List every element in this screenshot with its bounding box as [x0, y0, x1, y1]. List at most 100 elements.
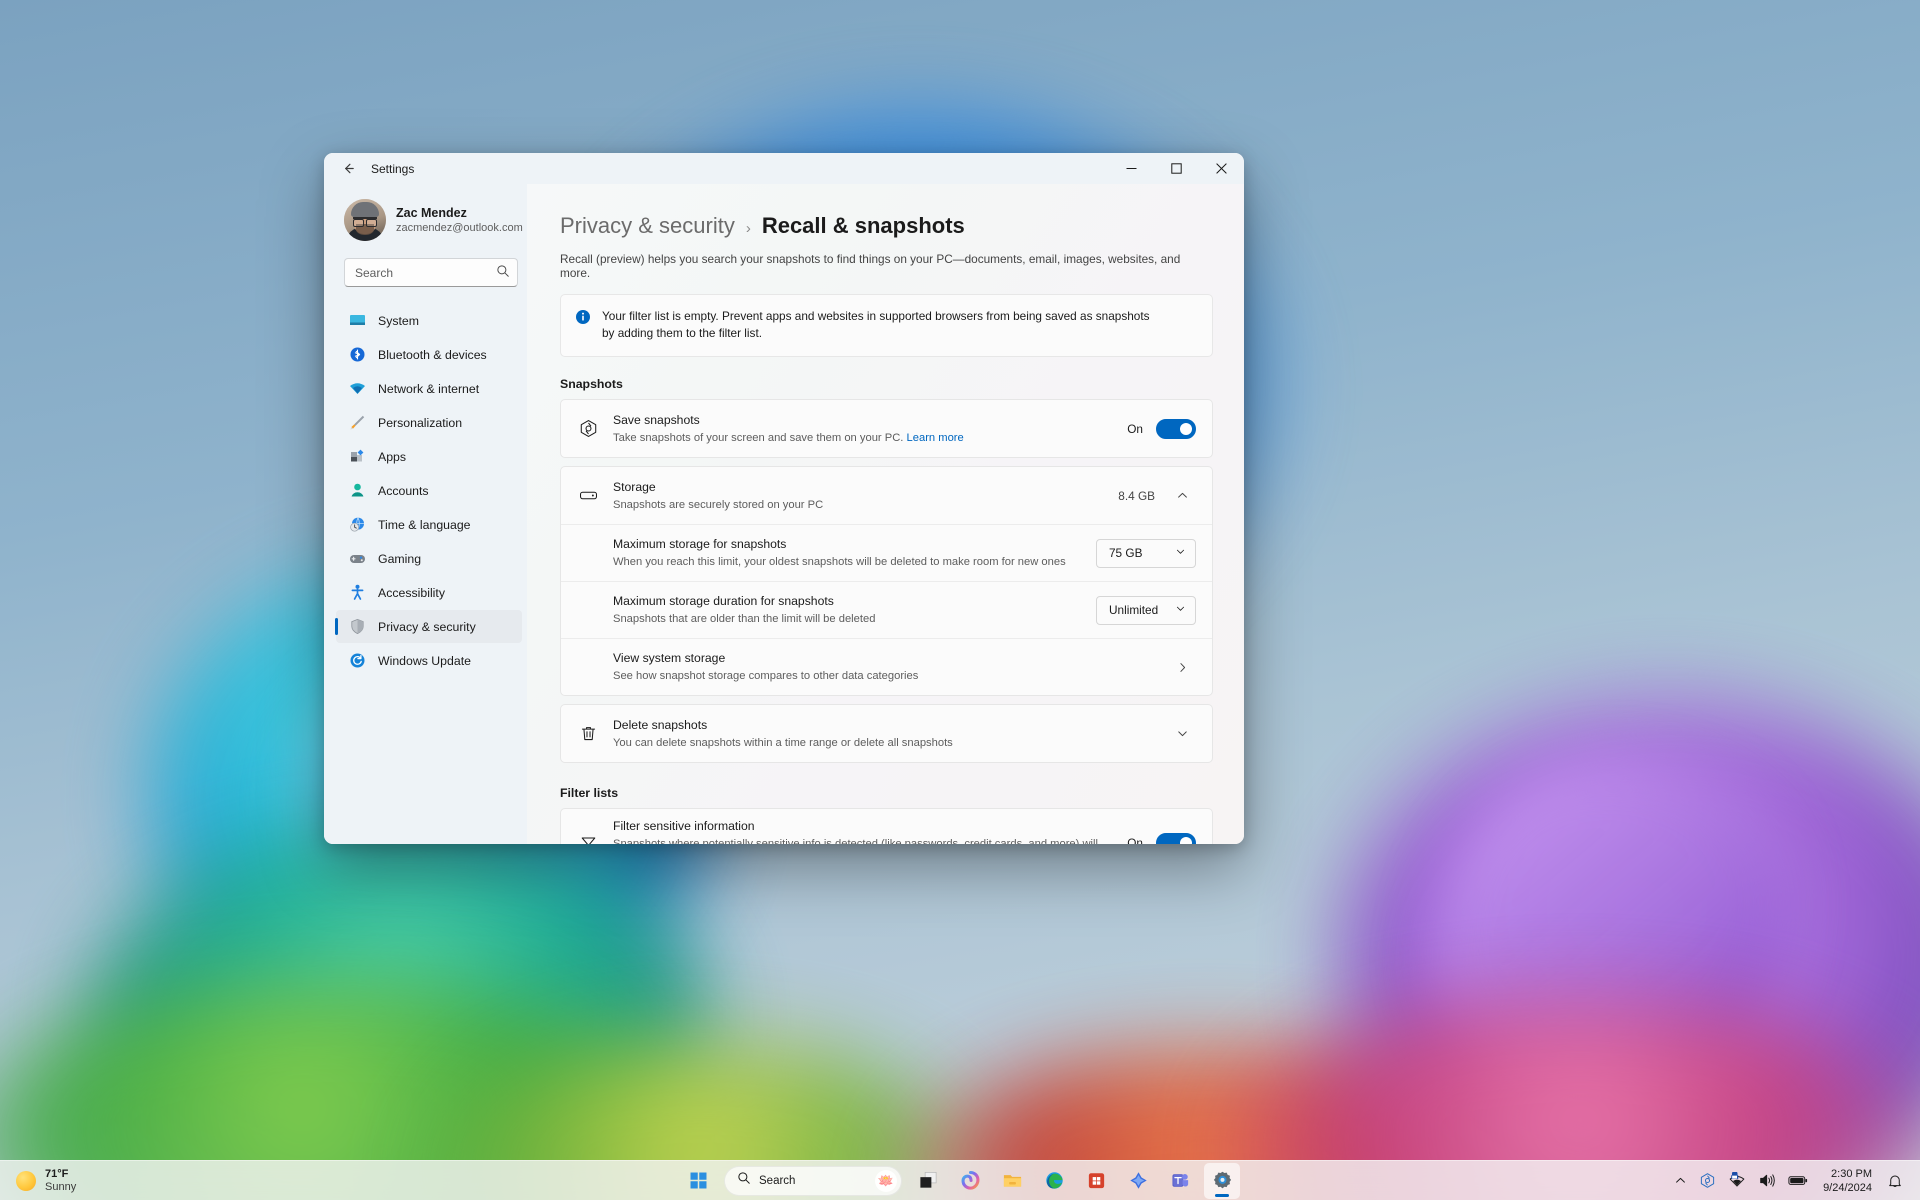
weather-widget[interactable]: 71°F Sunny [0, 1168, 160, 1194]
save-snapshots-learn-more-link[interactable]: Learn more [907, 432, 964, 444]
tray-volume-button[interactable] [1753, 1165, 1781, 1197]
tray-battery-button[interactable] [1783, 1165, 1813, 1197]
sidebar-item-bluetooth-devices[interactable]: Bluetooth & devices [336, 338, 522, 371]
sidebar-item-network-internet[interactable]: Network & internet [336, 372, 522, 405]
tray-network-button[interactable] [1723, 1165, 1751, 1197]
delete-snapshots-subtitle: You can delete snapshots within a time r… [613, 736, 953, 749]
filter-sensitive-row[interactable]: Filter sensitive information Snapshots w… [561, 809, 1212, 844]
sidebar-item-label: Gaming [378, 551, 422, 566]
back-button[interactable] [334, 156, 362, 182]
delete-snapshots-row[interactable]: Delete snapshots You can delete snapshot… [561, 705, 1212, 762]
max-storage-title: Maximum storage for snapshots [613, 537, 787, 551]
storage-title: Storage [613, 479, 656, 494]
microsoft-store-button[interactable] [1078, 1163, 1114, 1199]
sidebar-item-personalization[interactable]: Personalization [336, 406, 522, 439]
chevron-right-icon[interactable] [1168, 653, 1196, 681]
save-snapshots-title: Save snapshots [613, 412, 700, 427]
sidebar-search [344, 258, 518, 287]
trash-icon [578, 724, 598, 743]
copilot-button[interactable] [952, 1163, 988, 1199]
sidebar: Zac Mendez zacmendez@outlook.com Search … [324, 184, 527, 844]
breadcrumb-separator-icon: › [745, 220, 751, 237]
teams-button[interactable] [1162, 1163, 1198, 1199]
filter-sensitive-subtitle-text: Snapshots where potentially sensitive in… [613, 838, 1099, 844]
save-snapshots-card: Save snapshots Take snapshots of your sc… [560, 399, 1213, 458]
chevron-up-icon [1676, 1177, 1685, 1183]
delete-snapshots-text: Delete snapshots You can delete snapshot… [613, 708, 1153, 760]
save-snapshots-text: Save snapshots Take snapshots of your sc… [613, 403, 1112, 455]
profile-name: Zac Mendez [396, 205, 467, 220]
chevron-up-icon[interactable] [1168, 482, 1196, 510]
maximize-button[interactable] [1154, 153, 1199, 184]
sidebar-item-label: Personalization [378, 415, 463, 430]
back-arrow-icon [344, 163, 354, 174]
sidebar-item-windows-update[interactable]: Windows Update [336, 644, 522, 677]
bell-icon [1889, 1175, 1901, 1187]
save-snapshots-row[interactable]: Save snapshots Take snapshots of your sc… [561, 400, 1212, 457]
weather-temperature: 71°F [45, 1167, 69, 1180]
edge-icon [1045, 1172, 1063, 1189]
breadcrumb: Privacy & security › Recall & snapshots [560, 213, 1213, 239]
sidebar-item-time-language[interactable]: Time & language [336, 508, 522, 541]
storage-row[interactable]: Storage Snapshots are securely stored on… [561, 467, 1212, 524]
notification-button[interactable] [1882, 1165, 1908, 1197]
tray-recall-button[interactable] [1694, 1165, 1721, 1197]
window-controls [1109, 153, 1244, 184]
edge-button[interactable] [1036, 1163, 1072, 1199]
taskbar-clock[interactable]: 2:30 PM 9/24/2024 [1815, 1167, 1880, 1195]
max-duration-dropdown-value: Unlimited [1109, 603, 1159, 617]
sidebar-item-label: Apps [378, 449, 407, 464]
max-storage-subtitle: When you reach this limit, your oldest s… [613, 556, 1066, 568]
sidebar-item-accessibility[interactable]: Accessibility [336, 576, 522, 609]
sidebar-item-apps[interactable]: Apps [336, 440, 522, 473]
chevron-down-icon [1175, 546, 1186, 560]
filter-sensitive-subtitle: Snapshots where potentially sensitive in… [613, 836, 1112, 844]
save-snapshots-toggle[interactable] [1156, 418, 1196, 439]
start-button[interactable] [680, 1163, 716, 1199]
sidebar-item-system[interactable]: System [336, 304, 522, 337]
gamepad-icon [349, 550, 366, 567]
max-storage-dropdown-value: 75 GB [1109, 546, 1143, 560]
tray-overflow-button[interactable] [1669, 1165, 1692, 1197]
speaker-icon [1760, 1174, 1775, 1187]
funnel-icon [578, 834, 598, 844]
taskbar-center-group: Search 🪷 [680, 1162, 1240, 1199]
accessibility-icon [349, 584, 366, 601]
update-icon [349, 652, 366, 669]
drive-icon [578, 486, 598, 505]
file-explorer-button[interactable] [994, 1163, 1030, 1199]
storage-control: 8.4 GB [1118, 482, 1196, 510]
shield-icon [349, 618, 366, 635]
chevron-down-icon [1175, 603, 1186, 617]
sidebar-item-privacy-security[interactable]: Privacy & security [335, 610, 522, 643]
save-snapshots-subtitle-text: Take snapshots of your screen and save t… [613, 431, 904, 444]
minimize-button[interactable] [1109, 153, 1154, 184]
storage-text: Storage Snapshots are securely stored on… [613, 470, 1103, 522]
sidebar-item-accounts[interactable]: Accounts [336, 474, 522, 507]
dev-home-button[interactable] [1120, 1163, 1156, 1199]
storage-card: Storage Snapshots are securely stored on… [560, 466, 1213, 696]
user-profile[interactable]: Zac Mendez zacmendez@outlook.com [336, 184, 523, 248]
close-icon [1216, 163, 1227, 174]
settings-taskbar-button[interactable] [1204, 1162, 1240, 1199]
max-duration-dropdown[interactable]: Unlimited [1096, 595, 1196, 625]
clock-globe-icon [349, 516, 366, 533]
filter-sensitive-toggle[interactable] [1156, 833, 1196, 844]
breadcrumb-parent[interactable]: Privacy & security [560, 213, 735, 239]
start-icon [690, 1172, 706, 1189]
search-input[interactable] [344, 258, 518, 287]
view-system-storage-subtitle: See how snapshot storage compares to oth… [613, 670, 919, 682]
view-system-storage-row[interactable]: View system storage See how snapshot sto… [561, 638, 1212, 695]
sidebar-item-label: Network & internet [378, 381, 480, 396]
task-view-button[interactable] [910, 1163, 946, 1199]
lotus-icon[interactable]: 🪷 [875, 1169, 897, 1192]
max-storage-row: Maximum storage for snapshots When you r… [561, 524, 1212, 581]
info-banner: Your filter list is empty. Prevent apps … [560, 294, 1213, 357]
close-button[interactable] [1199, 153, 1244, 184]
taskbar-search[interactable]: Search 🪷 [724, 1165, 902, 1196]
sidebar-item-gaming[interactable]: Gaming [336, 542, 522, 575]
chevron-down-icon[interactable] [1168, 720, 1196, 748]
max-storage-dropdown[interactable]: 75 GB [1096, 538, 1196, 568]
minimize-icon [1126, 168, 1137, 169]
search-icon[interactable] [496, 264, 510, 283]
